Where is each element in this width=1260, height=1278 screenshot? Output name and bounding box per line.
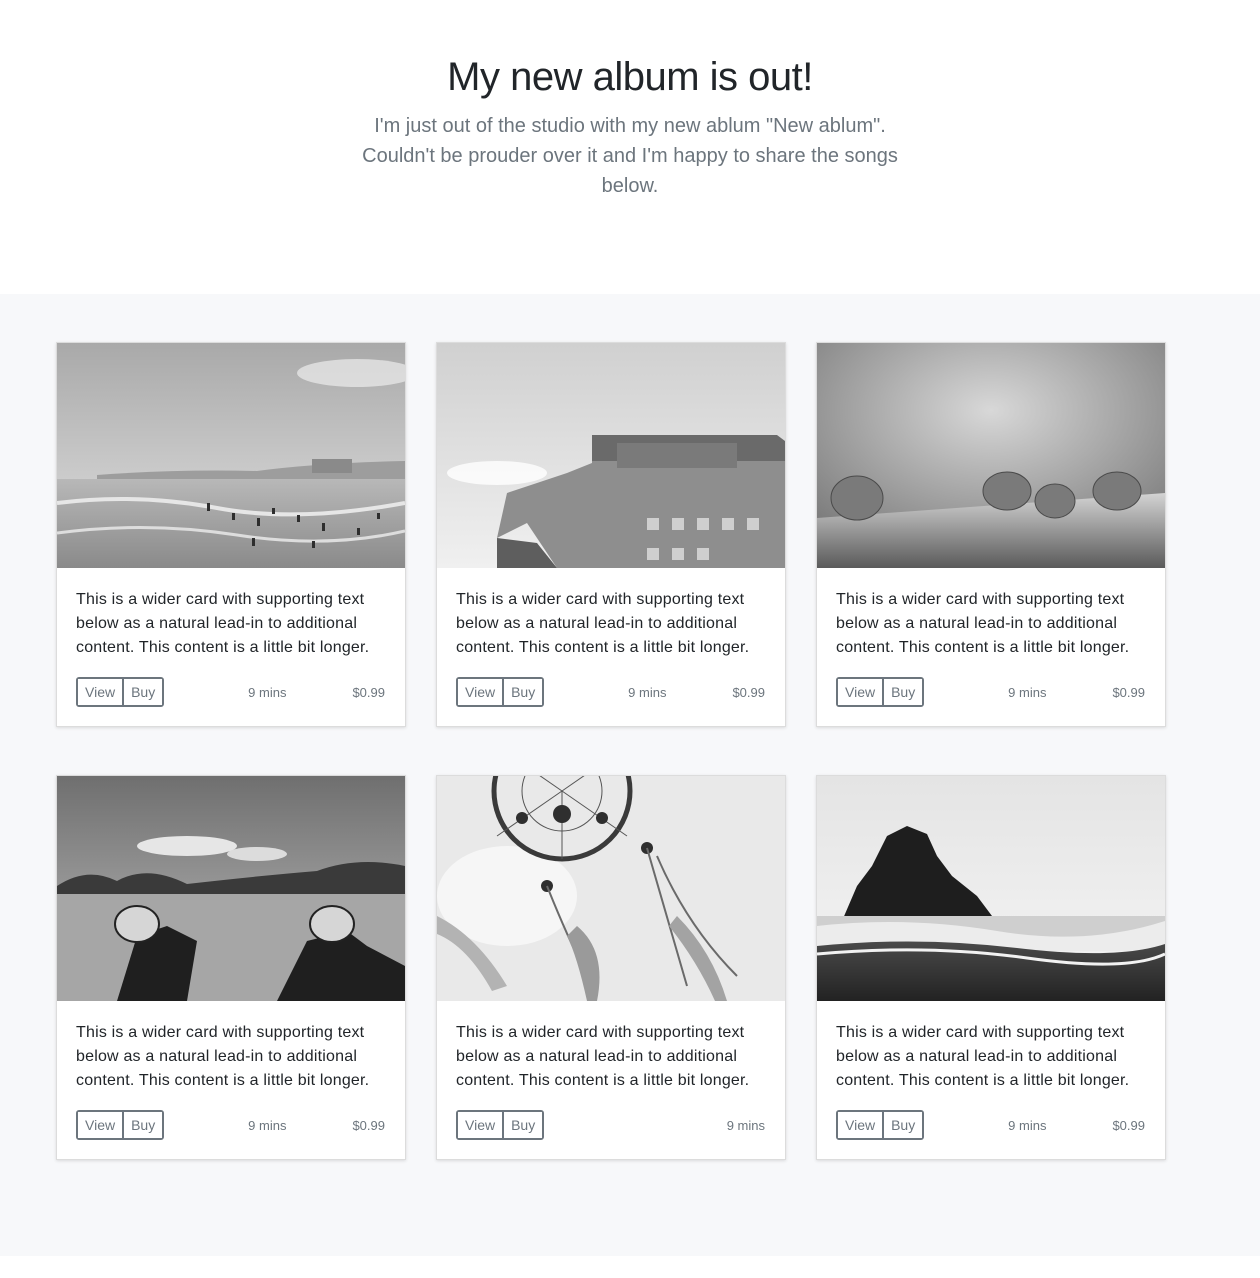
view-button[interactable]: View (458, 679, 503, 705)
card-body: This is a wider card with supporting tex… (57, 568, 405, 726)
view-button[interactable]: View (458, 1112, 503, 1138)
card-footer: View Buy 9 mins $0.99 (836, 1110, 1145, 1140)
view-button[interactable]: View (78, 1112, 123, 1138)
buy-button[interactable]: Buy (502, 1112, 543, 1138)
card-footer: View Buy 9 mins $0.99 (76, 677, 385, 707)
button-group: View Buy (836, 677, 925, 707)
duration-text: 9 mins (248, 1117, 287, 1133)
album-card: This is a wider card with supporting tex… (436, 342, 786, 727)
duration-text: 9 mins (1008, 684, 1047, 700)
buy-button[interactable]: Buy (122, 679, 163, 705)
card-footer: View Buy 9 mins $0.99 (836, 677, 1145, 707)
price-text: $0.99 (1112, 684, 1145, 700)
price-text: $0.99 (352, 1117, 385, 1133)
field-shoes-photo (57, 776, 405, 1001)
duration-text: 9 mins (1008, 1117, 1047, 1133)
raspberries-photo (817, 343, 1165, 568)
beach-photo (57, 343, 405, 568)
hero-section: My new album is out! I'm just out of the… (0, 0, 1260, 294)
card-footer: View Buy 9 mins $0.99 (76, 1110, 385, 1140)
card-text: This is a wider card with supporting tex… (836, 591, 1130, 656)
card-text: This is a wider card with supporting tex… (836, 1024, 1130, 1089)
card-body: This is a wider card with supporting tex… (437, 568, 785, 726)
buy-button[interactable]: Buy (882, 1112, 923, 1138)
card-text: This is a wider card with supporting tex… (76, 591, 370, 656)
button-group: View Buy (836, 1110, 925, 1140)
view-button[interactable]: View (78, 679, 123, 705)
album-card: This is a wider card with supporting tex… (816, 775, 1166, 1160)
page-subtitle: I'm just out of the studio with my new a… (362, 115, 898, 197)
card-footer: View Buy 9 mins (456, 1110, 765, 1140)
album-card: This is a wider card with supporting tex… (436, 775, 786, 1160)
card-footer: View Buy 9 mins $0.99 (456, 677, 765, 707)
view-button[interactable]: View (838, 679, 883, 705)
button-group: View Buy (76, 1110, 165, 1140)
card-body: This is a wider card with supporting tex… (817, 568, 1165, 726)
price-text: $0.99 (1112, 1117, 1145, 1133)
button-group: View Buy (76, 677, 165, 707)
sea-rock-photo (817, 776, 1165, 1001)
duration-text: 9 mins (628, 684, 667, 700)
buy-button[interactable]: Buy (122, 1112, 163, 1138)
price-text: $0.99 (352, 684, 385, 700)
page-title: My new album is out! (447, 55, 813, 99)
button-group: View Buy (456, 1110, 545, 1140)
card-body: This is a wider card with supporting tex… (817, 1001, 1165, 1159)
price-text: $0.99 (732, 684, 765, 700)
card-text: This is a wider card with supporting tex… (456, 1024, 750, 1089)
button-group: View Buy (456, 677, 545, 707)
building-photo (437, 343, 785, 568)
album-section: This is a wider card with supporting tex… (0, 294, 1260, 1256)
duration-text: 9 mins (248, 684, 287, 700)
dreamcatcher-photo (437, 776, 785, 1001)
album-card: This is a wider card with supporting tex… (56, 342, 406, 727)
card-text: This is a wider card with supporting tex… (456, 591, 750, 656)
buy-button[interactable]: Buy (502, 679, 543, 705)
view-button[interactable]: View (838, 1112, 883, 1138)
card-body: This is a wider card with supporting tex… (57, 1001, 405, 1159)
buy-button[interactable]: Buy (882, 679, 923, 705)
duration-text: 9 mins (726, 1117, 765, 1133)
album-card: This is a wider card with supporting tex… (816, 342, 1166, 727)
album-card: This is a wider card with supporting tex… (56, 775, 406, 1160)
card-body: This is a wider card with supporting tex… (437, 1001, 785, 1159)
card-text: This is a wider card with supporting tex… (76, 1024, 370, 1089)
